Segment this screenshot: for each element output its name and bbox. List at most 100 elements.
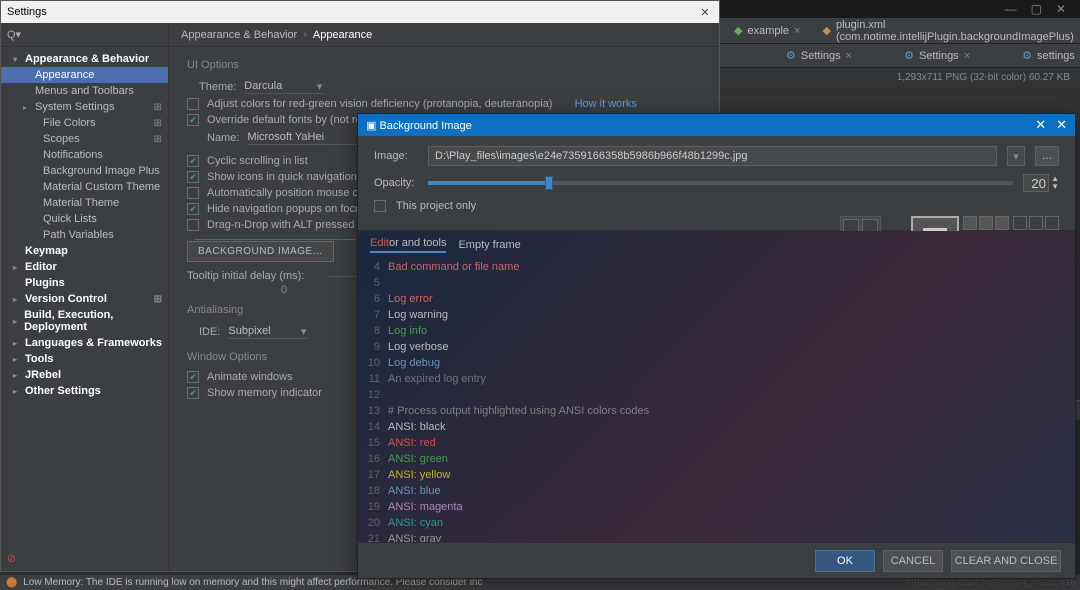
code-line: ANSI: magenta: [388, 499, 1075, 515]
editor-tab[interactable]: ⚙Settings×: [898, 49, 976, 62]
tree-label: Notifications: [43, 149, 103, 161]
tab-editor-tools[interactable]: Editor and tools: [370, 237, 446, 253]
background-image-button[interactable]: BACKGROUND IMAGE...: [187, 241, 334, 262]
editor-tab[interactable]: ⚙Settings×: [780, 49, 858, 62]
bg-image-path[interactable]: [428, 146, 997, 166]
bg-close-2[interactable]: ✕: [1056, 117, 1067, 133]
tree-label: Build, Execution, Deployment: [24, 309, 162, 333]
ui-options-header: UI Options: [187, 59, 701, 71]
tree-label: Plugins: [25, 277, 65, 289]
bg-close-1[interactable]: ✕: [1035, 117, 1046, 133]
error-icon[interactable]: ⊘: [7, 552, 16, 565]
settings-tree: ▾Appearance & BehaviorAppearance Menus an…: [1, 47, 168, 571]
code-line: Log verbose: [388, 339, 1075, 355]
theme-select[interactable]: Darcula: [244, 79, 324, 94]
tree-node[interactable]: Path Variables: [1, 227, 168, 243]
tree-node[interactable]: ▸Other Settings: [1, 383, 168, 399]
tree-node[interactable]: Keymap: [1, 243, 168, 259]
crumb-1: Appearance & Behavior: [181, 29, 297, 41]
tree-node[interactable]: Notifications: [1, 147, 168, 163]
bg-opacity-slider[interactable]: [428, 181, 1013, 185]
close-icon[interactable]: ×: [846, 50, 852, 62]
background-image-dialog: ▣ Background Image ✕✕ Image: ▾ … Opacity…: [357, 113, 1076, 579]
tree-node[interactable]: ▸JRebel: [1, 367, 168, 383]
tree-label: JRebel: [25, 369, 61, 381]
dragdrop-checkbox[interactable]: [187, 219, 199, 231]
tree-node[interactable]: ▸System Settings⊞: [1, 99, 168, 115]
code-line: ANSI: cyan: [388, 515, 1075, 531]
tree-node[interactable]: Material Theme: [1, 195, 168, 211]
showicons-checkbox[interactable]: [187, 171, 199, 183]
project-only-checkbox[interactable]: [374, 200, 386, 212]
settings-close-icon[interactable]: ✕: [697, 6, 713, 19]
window-minimize[interactable]: —: [1005, 2, 1017, 16]
tree-node[interactable]: Appearance: [1, 67, 168, 83]
bg-clear-button[interactable]: CLEAR AND CLOSE: [951, 550, 1061, 572]
tree-label: Menus and Toolbars: [35, 85, 134, 97]
tree-node[interactable]: ▸Tools: [1, 351, 168, 367]
hidenav-checkbox[interactable]: [187, 203, 199, 215]
font-select[interactable]: Microsoft YaHei: [247, 130, 367, 145]
cyclic-checkbox[interactable]: [187, 155, 199, 167]
animate-label: Animate windows: [207, 371, 293, 383]
animate-checkbox[interactable]: [187, 371, 199, 383]
code-line: Log error: [388, 291, 1075, 307]
tree-label: Quick Lists: [43, 213, 97, 225]
editor-tab[interactable]: ◆example×: [728, 24, 806, 37]
window-maximize[interactable]: ▢: [1031, 2, 1042, 16]
bg-ok-button[interactable]: OK: [815, 550, 875, 572]
tree-node[interactable]: ▸Version Control⊞: [1, 291, 168, 307]
image-dimensions: 1,293x711 PNG (32-bit color) 60.27 KB: [720, 68, 1080, 87]
bg-cancel-button[interactable]: CANCEL: [883, 550, 943, 572]
tab-label: example: [747, 25, 789, 37]
automouse-checkbox[interactable]: [187, 187, 199, 199]
tree-node[interactable]: Plugins: [1, 275, 168, 291]
tree-node[interactable]: ▸Build, Execution, Deployment: [1, 307, 168, 335]
bg-path-browse[interactable]: …: [1035, 146, 1059, 166]
settings-titlebar[interactable]: Settings ✕: [1, 1, 719, 23]
tab-label: plugin.xml (com.notime.intellijPlugin.ba…: [836, 19, 1074, 43]
editor-tab[interactable]: ◆plugin.xml (com.notime.intellijPlugin.b…: [816, 19, 1080, 43]
tree-node[interactable]: ▸Editor: [1, 259, 168, 275]
adjust-colors-label: Adjust colors for red-green vision defic…: [207, 98, 552, 110]
red-arrow-line: [195, 239, 355, 240]
code-line: Log debug: [388, 355, 1075, 371]
tree-label: Appearance & Behavior: [25, 53, 149, 65]
project-badge-icon: ⊞: [154, 118, 162, 129]
code-line: ANSI: gray: [388, 531, 1075, 542]
code-line: # Process output highlighted using ANSI …: [388, 403, 1075, 419]
tree-node[interactable]: Material Custom Theme: [1, 179, 168, 195]
project-badge-icon: ⊞: [154, 294, 162, 305]
tab-label: settings: [1037, 50, 1075, 62]
bg-path-dropdown[interactable]: ▾: [1007, 146, 1025, 166]
adjust-colors-checkbox[interactable]: [187, 98, 199, 110]
aa-ide-select[interactable]: Subpixel: [228, 324, 308, 339]
tree-label: File Colors: [43, 117, 96, 129]
project-badge-icon: ⊞: [154, 134, 162, 145]
crumb-2: Appearance: [313, 29, 372, 41]
tree-node[interactable]: ▾Appearance & Behavior: [1, 51, 168, 67]
close-icon[interactable]: ×: [964, 50, 970, 62]
tree-node[interactable]: File Colors ⊞: [1, 115, 168, 131]
editor-tab[interactable]: ⚙settings×: [1016, 49, 1080, 62]
editor-tabs-row-2: ⚙Settings× ⚙Settings× ⚙settings×: [720, 44, 1080, 68]
showmem-checkbox[interactable]: [187, 387, 199, 399]
override-fonts-checkbox[interactable]: [187, 114, 199, 126]
tree-node[interactable]: Background Image Plus: [1, 163, 168, 179]
tree-label: Languages & Frameworks: [25, 337, 162, 349]
low-memory-icon: ⬤: [6, 577, 17, 588]
bg-opacity-value[interactable]: [1023, 174, 1049, 192]
bg-titlebar[interactable]: ▣ Background Image ✕✕: [358, 114, 1075, 136]
bg-title-label: Background Image: [379, 120, 471, 132]
tree-node[interactable]: Quick Lists: [1, 211, 168, 227]
how-it-works-link[interactable]: How it works: [575, 98, 637, 110]
tree-label: Tools: [25, 353, 54, 365]
tree-node[interactable]: Menus and Toolbars: [1, 83, 168, 99]
tree-label: Material Custom Theme: [43, 181, 160, 193]
window-close[interactable]: ✕: [1056, 2, 1066, 16]
tree-node[interactable]: Scopes⊞: [1, 131, 168, 147]
tab-empty-frame[interactable]: Empty frame: [458, 239, 520, 251]
tree-node[interactable]: ▸Languages & Frameworks: [1, 335, 168, 351]
close-icon[interactable]: ×: [794, 25, 800, 37]
settings-search[interactable]: Q▾: [1, 23, 168, 47]
